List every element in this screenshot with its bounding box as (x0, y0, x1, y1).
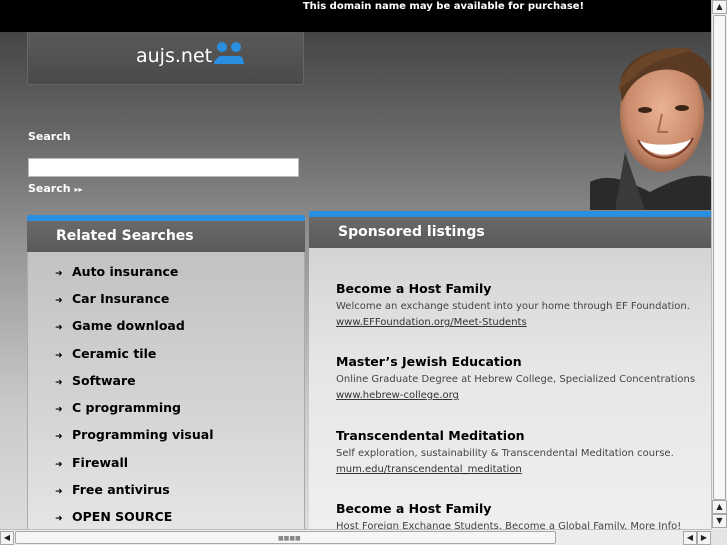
listing-description: Self exploration, sustainability & Trans… (336, 448, 674, 459)
related-item-label[interactable]: Free antivirus (72, 482, 170, 497)
listing-title[interactable]: Become a Host Family (336, 501, 681, 516)
arrow-bullet-icon: ➜ (55, 432, 63, 442)
sponsored-listing: Become a Host Family Welcome an exchange… (336, 281, 690, 328)
listing-title[interactable]: Transcendental Meditation (336, 428, 674, 443)
sponsored-listing: Transcendental Meditation Self explorati… (336, 428, 674, 475)
sponsored-listings-header: Sponsored listings (309, 217, 711, 248)
vertical-scroll-thumb[interactable] (713, 15, 726, 500)
scroll-up-arrow-icon[interactable]: ▲ (712, 500, 727, 514)
sponsored-listings-panel: Sponsored listings Become a Host Family … (309, 211, 711, 529)
scrollbar-corner (711, 529, 727, 545)
related-item[interactable]: ➜ Free antivirus (55, 482, 170, 497)
related-item[interactable]: ➜ OPEN SOURCE (55, 509, 172, 524)
logo-text: aujs.net (136, 45, 213, 67)
listing-description: Host Foreign Exchange Students. Become a… (336, 521, 682, 529)
related-item[interactable]: ➜ Firewall (55, 455, 128, 470)
related-item-label[interactable]: Software (72, 373, 136, 388)
related-item-label[interactable]: Car Insurance (72, 291, 169, 306)
arrow-bullet-icon: ➜ (55, 269, 63, 279)
arrow-bullet-icon: ➜ (55, 405, 63, 415)
horizontal-scroll-thumb[interactable]: ■■■■ (15, 531, 556, 544)
scroll-up-arrow-icon[interactable]: ▲ (712, 0, 727, 14)
related-searches-header: Related Searches (27, 221, 305, 252)
related-item[interactable]: ➜ Software (55, 373, 136, 388)
search-label: Search (28, 130, 71, 143)
horizontal-scrollbar[interactable]: ◀ ■■■■ ◀ ▶ (0, 529, 711, 545)
related-item-label[interactable]: C programming (72, 400, 181, 415)
related-searches-title: Related Searches (56, 228, 194, 244)
related-item-label[interactable]: Auto insurance (72, 264, 178, 279)
arrow-bullet-icon: ➜ (55, 378, 63, 388)
arrow-bullet-icon: ➜ (55, 514, 63, 524)
listing-title[interactable]: Become a Host Family (336, 281, 690, 296)
double-arrow-icon: ▸▸ (74, 185, 83, 194)
scroll-left-arrow-icon[interactable]: ◀ (683, 531, 697, 545)
arrow-bullet-icon: ➜ (55, 460, 63, 470)
smiling-man-photo (590, 32, 711, 210)
arrow-bullet-icon: ➜ (55, 351, 63, 361)
related-item-label[interactable]: OPEN SOURCE (72, 509, 172, 524)
banner-text[interactable]: This domain name may be available for pu… (303, 1, 584, 12)
listing-description: Welcome an exchange student into your ho… (336, 301, 690, 312)
arrow-bullet-icon: ➜ (55, 323, 63, 333)
sponsored-listings-body: Become a Host Family Welcome an exchange… (309, 248, 711, 529)
page-viewport: This domain name may be available for pu… (0, 0, 711, 529)
scroll-right-arrow-icon[interactable]: ▶ (697, 531, 711, 545)
related-item-label[interactable]: Firewall (72, 455, 128, 470)
related-item[interactable]: ➜ Programming visual (55, 427, 214, 442)
related-item[interactable]: ➜ Game download (55, 318, 185, 333)
related-item-label[interactable]: Ceramic tile (72, 346, 156, 361)
arrow-bullet-icon: ➜ (55, 296, 63, 306)
sponsored-listing: Master’s Jewish Education Online Graduat… (336, 354, 695, 401)
logo-box: aujs.net (27, 32, 304, 85)
related-item[interactable]: ➜ Auto insurance (55, 264, 178, 279)
top-banner[interactable]: This domain name may be available for pu… (0, 0, 711, 32)
vertical-scrollbar[interactable]: ▲ ▲ ▼ (711, 0, 727, 529)
related-searches-panel: Related Searches ➜ Auto insurance ➜ Car In… (27, 215, 305, 529)
related-item[interactable]: ➜ Ceramic tile (55, 346, 156, 361)
related-searches-list: ➜ Auto insurance ➜ Car Insurance ➜ Game dow… (27, 252, 305, 529)
related-item-label[interactable]: Game download (72, 318, 185, 333)
two-people-chat-icon (214, 42, 244, 64)
search-button-label[interactable]: Search (28, 182, 71, 195)
arrow-bullet-icon: ➜ (55, 487, 63, 497)
listing-title[interactable]: Master’s Jewish Education (336, 354, 695, 369)
listing-url[interactable]: www.hebrew-college.org (336, 390, 695, 401)
search-input[interactable] (28, 158, 299, 177)
sponsored-listing: Become a Host Family Host Foreign Exchan… (336, 501, 681, 529)
search-button[interactable]: Search ▸▸ (28, 182, 82, 195)
related-item[interactable]: ➜ Car Insurance (55, 291, 169, 306)
scroll-down-arrow-icon[interactable]: ▼ (712, 514, 727, 528)
related-item[interactable]: ➜ C programming (55, 400, 181, 415)
grip-icon: ■■■■ (278, 535, 301, 542)
listing-description: Online Graduate Degree at Hebrew College… (336, 374, 696, 385)
scroll-left-arrow-icon[interactable]: ◀ (0, 531, 14, 545)
listing-url[interactable]: www.EFFoundation.org/Meet-Students (336, 317, 690, 328)
related-item-label[interactable]: Programming visual (72, 427, 214, 442)
listing-url[interactable]: mum.edu/transcendental_meditation (336, 464, 674, 475)
sponsored-listings-title: Sponsored listings (338, 224, 485, 240)
